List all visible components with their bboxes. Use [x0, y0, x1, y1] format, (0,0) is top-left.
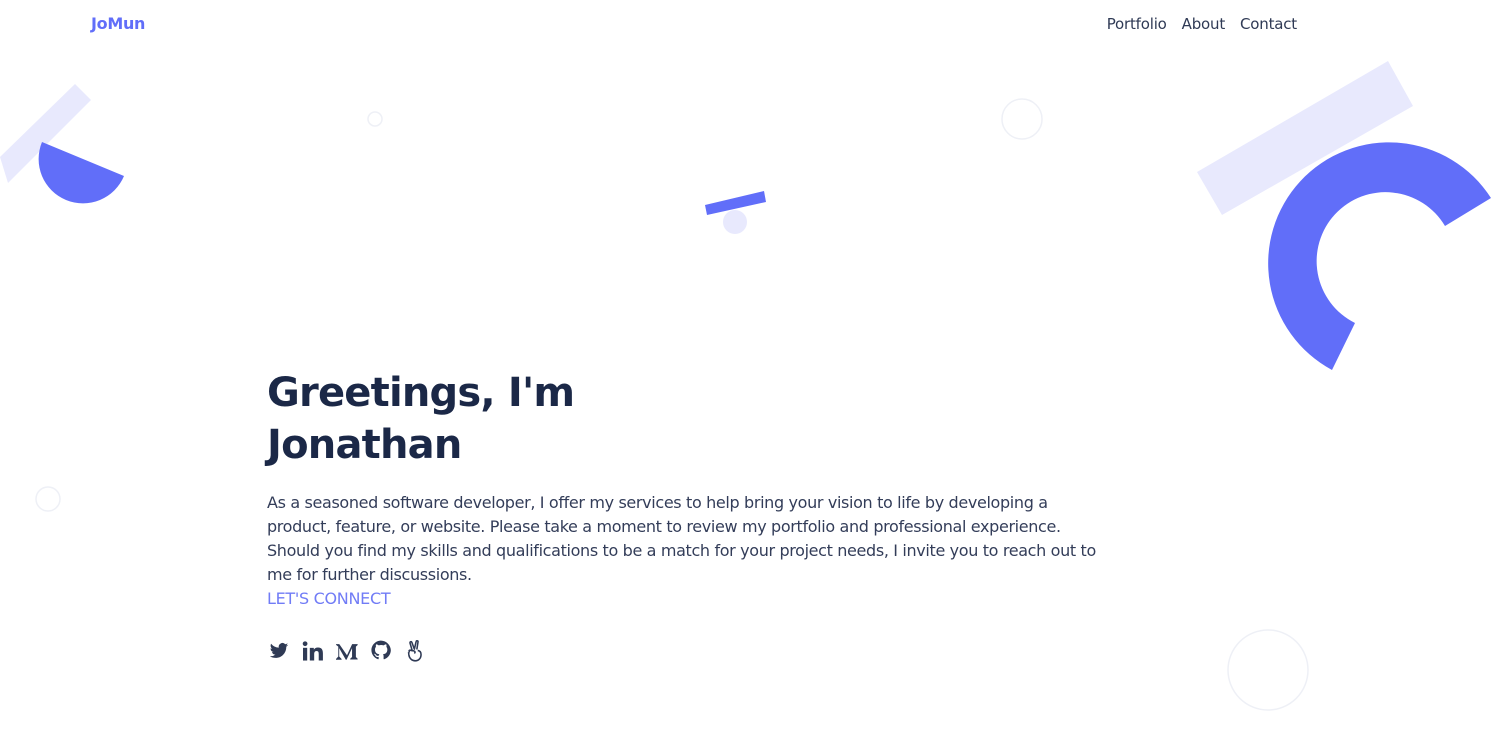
social-link-twitter[interactable]: [267, 639, 290, 663]
social-link-medium[interactable]: [335, 639, 358, 663]
nav-link-portfolio[interactable]: Portfolio: [1107, 15, 1167, 33]
deco-big-ring: [1227, 629, 1309, 711]
hero-title: Greetings, I'm Jonathan: [267, 367, 1117, 471]
deco-small-ring: [367, 111, 383, 127]
hero-title-line1: Greetings, I'm: [267, 370, 575, 416]
logo[interactable]: JoMun: [91, 14, 145, 33]
deco-left-ring: [35, 486, 61, 512]
social-link-linkedin[interactable]: [301, 639, 324, 663]
nav-link-about[interactable]: About: [1182, 15, 1226, 33]
hero-description: As a seasoned software developer, I offe…: [267, 493, 1096, 584]
deco-half-disk: [38, 142, 124, 204]
lets-connect-link[interactable]: LET'S CONNECT: [267, 587, 391, 611]
github-icon: [370, 640, 391, 660]
deco-big-arc: [1268, 142, 1491, 370]
deco-medium-ring: [1001, 98, 1043, 140]
hero-section: Greetings, I'm Jonathan As a seasoned so…: [267, 367, 1117, 663]
nav-link-contact[interactable]: Contact: [1240, 15, 1297, 33]
page: JoMun Portfolio About Contact Greetings,…: [0, 0, 1499, 745]
medium-icon: [335, 644, 358, 660]
social-links: [267, 639, 1117, 663]
hero-title-line2: Jonathan: [267, 422, 462, 468]
twitter-icon: [269, 643, 288, 658]
main-nav: Portfolio About Contact: [1107, 15, 1297, 33]
linkedin-icon: [302, 641, 323, 661]
social-link-github[interactable]: [369, 639, 392, 663]
deco-light-dot: [723, 210, 747, 234]
angellist-icon: [407, 640, 422, 662]
social-link-angellist[interactable]: [403, 639, 426, 663]
